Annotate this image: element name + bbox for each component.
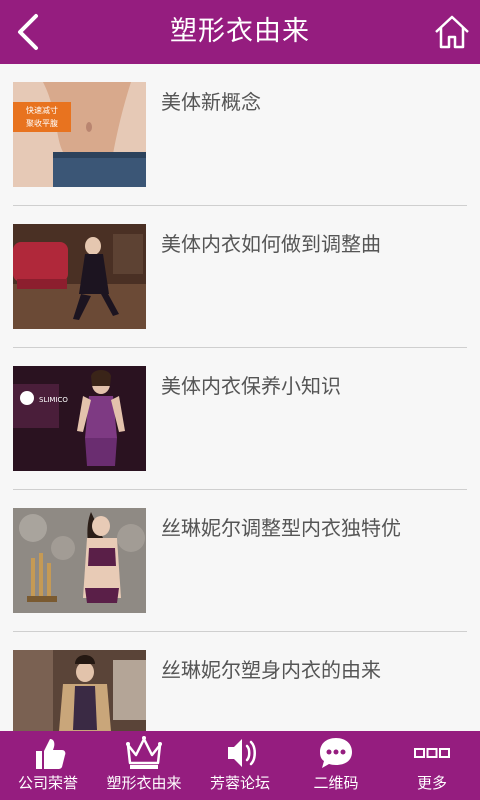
article-list: 快速减寸 聚收平腹 美体新概念 美体内衣如何做到调整曲 SLIMICO 美体内衣… [0, 64, 480, 731]
home-icon[interactable] [432, 12, 472, 52]
thumb-caption-line1: 快速减寸 [26, 105, 58, 115]
top-bar: 塑形衣由来 [0, 0, 480, 64]
article-thumbnail: SLIMICO [13, 366, 146, 471]
thumb-caption-line2: 聚收平腹 [26, 118, 58, 128]
tab-forum[interactable]: 芳蓉论坛 [192, 731, 288, 800]
article-title: 美体新概念 [161, 90, 261, 114]
tab-qr-code[interactable]: 二维码 [288, 731, 384, 800]
list-item[interactable]: 美体内衣如何做到调整曲 [0, 206, 480, 348]
crown-icon [126, 736, 162, 769]
thumb-brand: SLIMICO [39, 396, 68, 404]
list-item[interactable]: 快速减寸 聚收平腹 美体新概念 [0, 64, 480, 206]
chat-bubble-icon [320, 738, 352, 768]
bottom-tab-bar: 公司荣誉 塑形衣由来 芳蓉论坛 二维码 更多 [0, 731, 480, 800]
article-title: 美体内衣保养小知识 [161, 374, 341, 398]
more-squares-icon [414, 748, 450, 758]
list-item[interactable]: 丝琳妮尔调整型内衣独特优 [0, 490, 480, 632]
tab-label: 塑形衣由来 [106, 774, 182, 792]
tab-label: 芳蓉论坛 [209, 774, 270, 792]
article-title: 丝琳妮尔塑身内衣的由来 [161, 658, 381, 682]
page-title: 塑形衣由来 [170, 16, 310, 47]
article-thumbnail [13, 650, 146, 731]
tab-label: 公司荣誉 [17, 774, 78, 792]
tab-label: 二维码 [313, 774, 359, 792]
tab-label: 更多 [416, 774, 447, 792]
article-thumbnail: 快速减寸 聚收平腹 [13, 82, 146, 187]
tab-company-honors[interactable]: 公司荣誉 [0, 731, 96, 800]
tab-more[interactable]: 更多 [384, 731, 480, 800]
article-title: 丝琳妮尔调整型内衣独特优 [161, 516, 401, 540]
list-item[interactable]: 丝琳妮尔塑身内衣的由来 [0, 632, 480, 731]
tab-shapewear-origin[interactable]: 塑形衣由来 [96, 731, 192, 800]
list-item[interactable]: SLIMICO 美体内衣保养小知识 [0, 348, 480, 490]
speaker-icon [228, 739, 256, 767]
article-title: 美体内衣如何做到调整曲 [161, 232, 381, 256]
thumbs-up-icon [36, 739, 66, 769]
article-thumbnail [13, 224, 146, 329]
article-thumbnail [13, 508, 146, 613]
